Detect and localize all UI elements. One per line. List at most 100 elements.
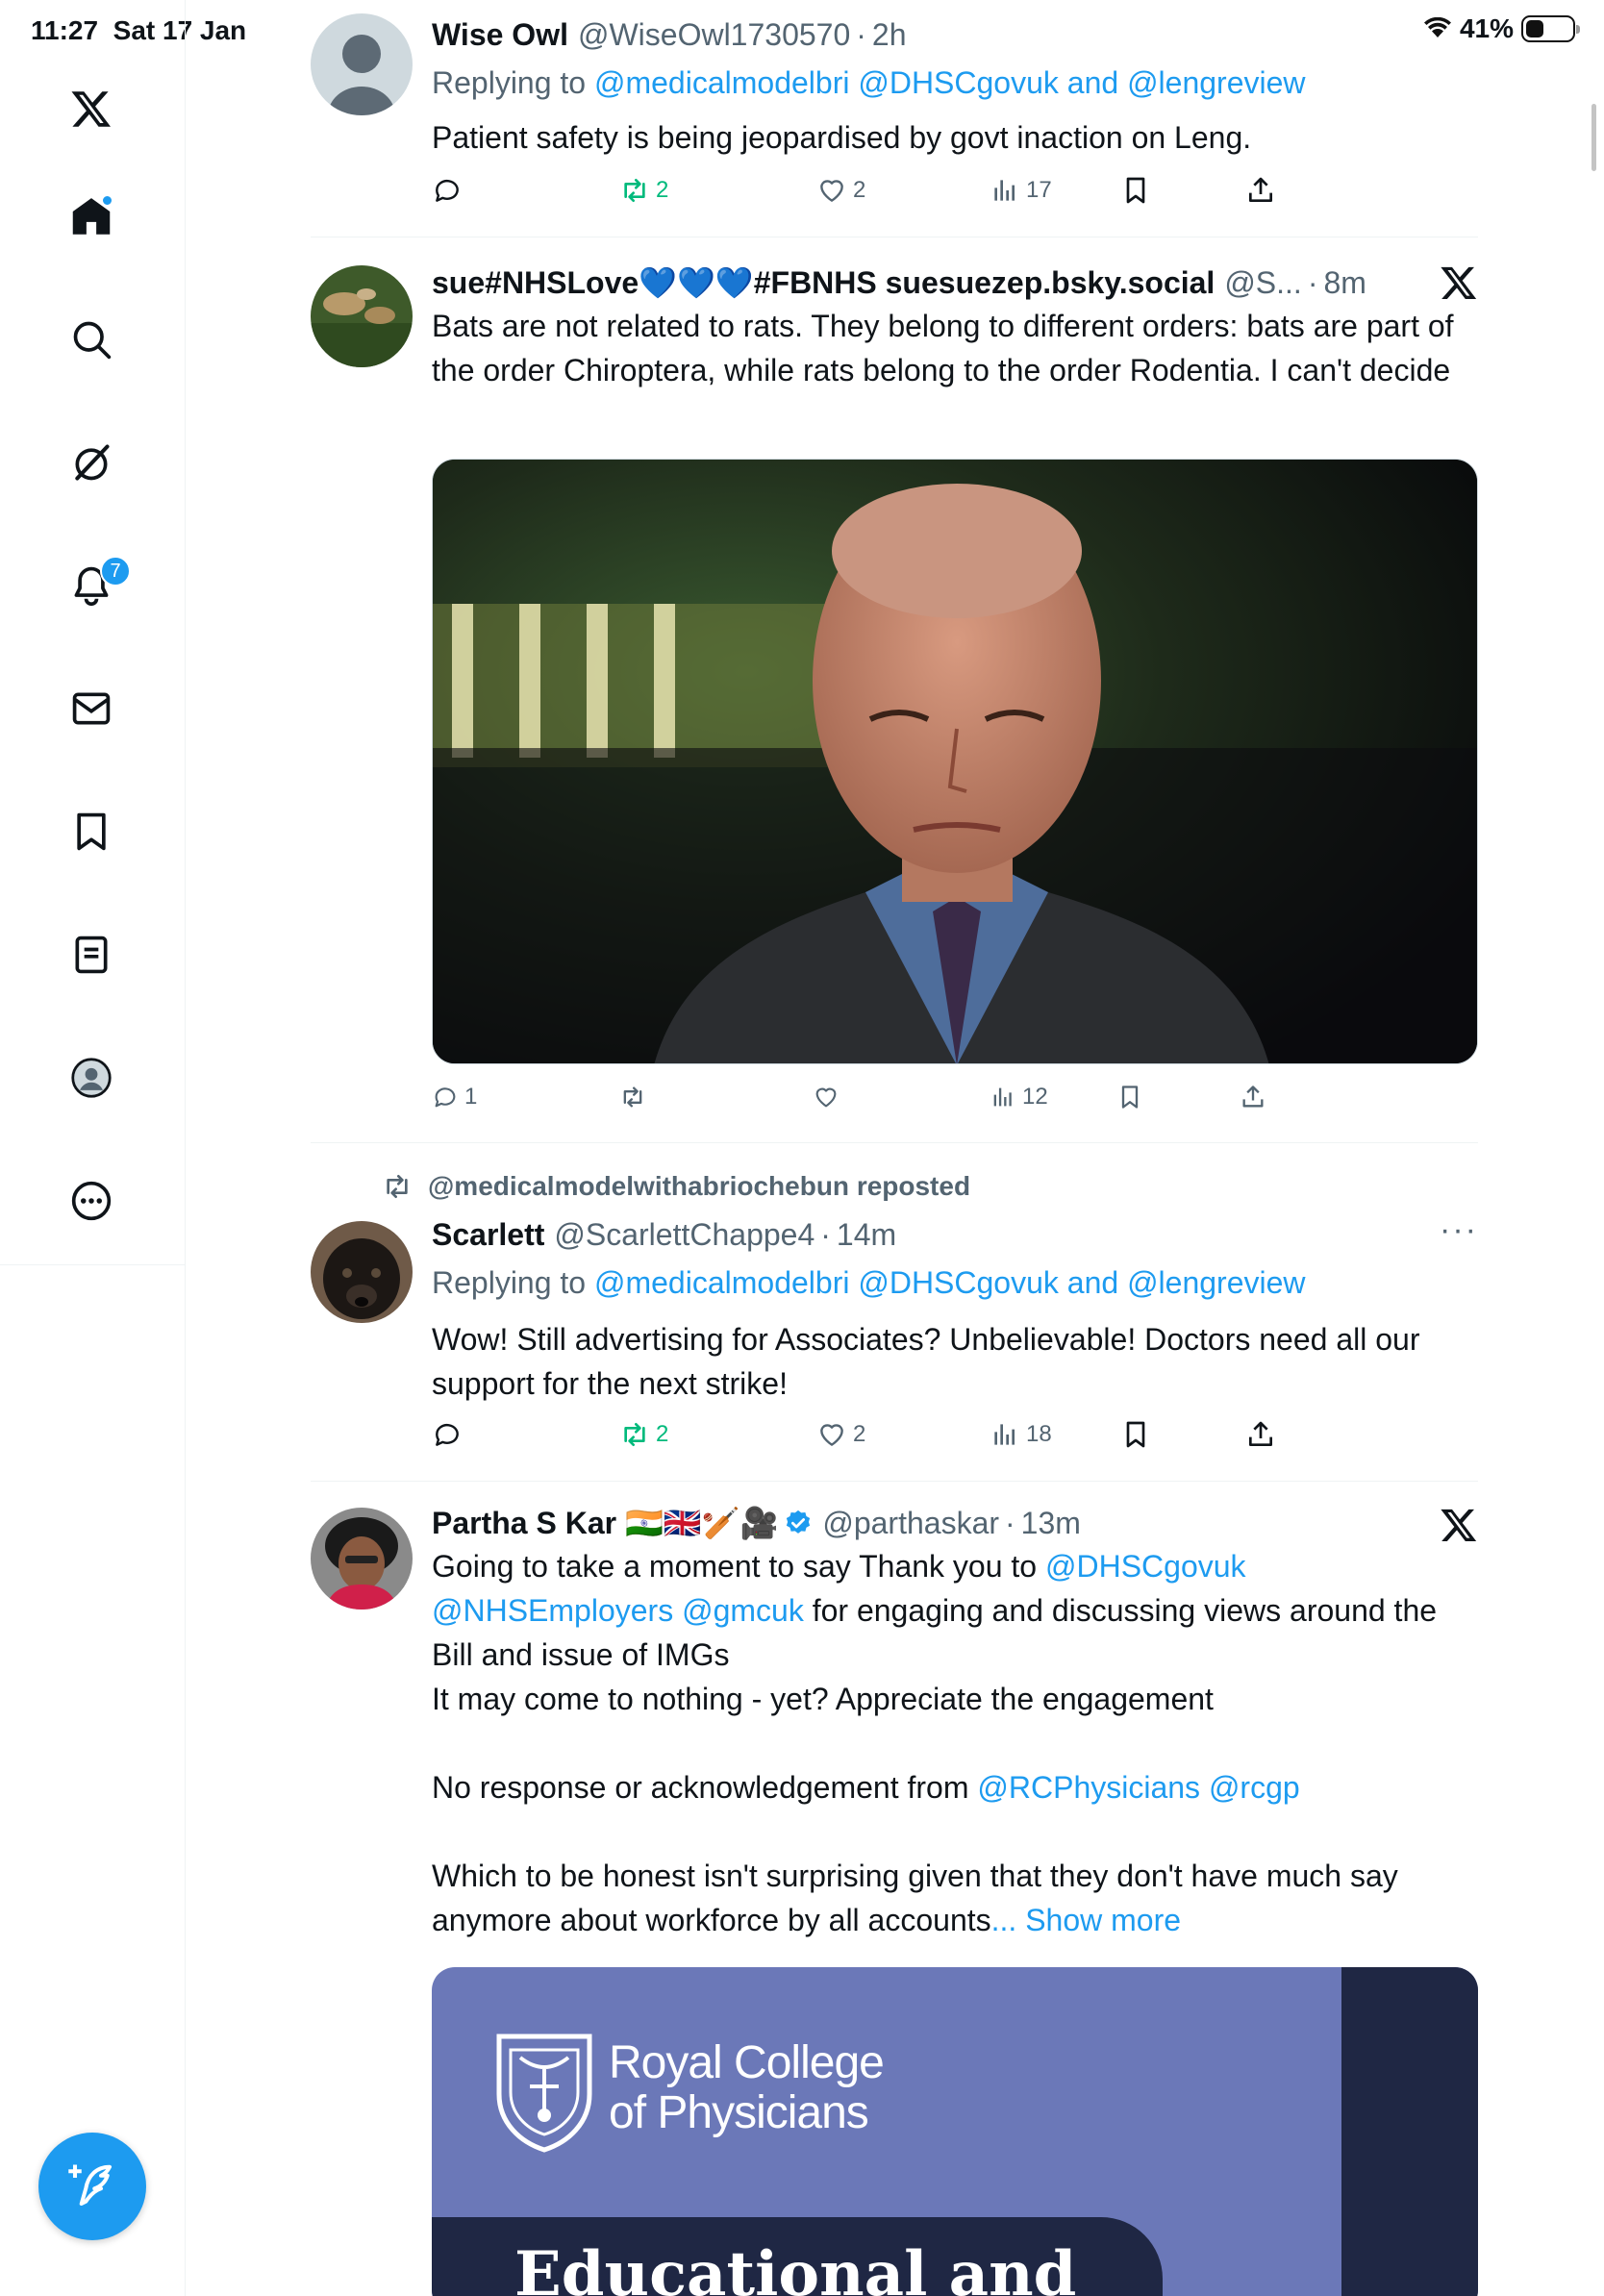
notifications-badge: 7: [100, 556, 131, 586]
verified-badge-icon: [787, 1510, 811, 1534]
reply-icon: [435, 1087, 456, 1108]
repost-icon: [623, 1086, 642, 1108]
notifications-icon[interactable]: 7: [63, 556, 131, 613]
tweet-header: Wise Owl @WiseOwl1730570 · 2h: [432, 16, 907, 53]
tweet[interactable]: sue#NHSLove💙💙💙#FBNHS suesuezep.bsky.soci…: [311, 262, 1478, 1136]
bookmarks-icon[interactable]: [63, 804, 119, 860]
replying-to: Replying to @medicalmodelbri @DHSCgovuk …: [432, 65, 1306, 100]
repost-icon: [387, 1175, 408, 1198]
share-button[interactable]: [1245, 175, 1276, 206]
home-notification-dot: [101, 194, 113, 207]
sidebar: 7: [0, 0, 186, 2296]
mention-link[interactable]: @NHSEmployers @gmcuk: [432, 1593, 804, 1628]
x-logo-icon: [1441, 266, 1477, 299]
views-button[interactable]: 18: [990, 1419, 1052, 1450]
tweet[interactable]: Partha S Kar 🇮🇳🇬🇧🏏🎥 @parthaskar · 13m Go…: [311, 1502, 1478, 2296]
show-more-link[interactable]: ... Show more: [991, 1903, 1181, 1937]
tweet-time[interactable]: 14m: [837, 1217, 896, 1253]
compose-icon: [68, 2164, 113, 2207]
views-button[interactable]: 17: [990, 175, 1052, 206]
tweet-paragraph: No response or acknowledgement from @RCP…: [432, 1770, 1300, 1805]
tweet-image-card[interactable]: Royal College of Physicians Educational …: [432, 1967, 1478, 2296]
lists-icon[interactable]: [63, 927, 119, 983]
battery-icon: [1521, 15, 1580, 42]
x-logo-icon[interactable]: [63, 81, 119, 137]
like-button[interactable]: [813, 1084, 845, 1111]
more-icon[interactable]: [63, 1173, 119, 1229]
avatar[interactable]: [311, 1221, 413, 1323]
tweet[interactable]: Wise Owl @WiseOwl1730570 · 2h Replying t…: [311, 13, 1478, 235]
card-logo-text: Royal College of Physicians: [609, 2037, 885, 2138]
reply-mentions[interactable]: @medicalmodelbri @DHSCgovuk and @lengrev…: [594, 65, 1306, 100]
repost-button[interactable]: [619, 1084, 652, 1111]
tweet-header: Scarlett @ScarlettChappe4 · 14m: [432, 1216, 897, 1253]
grok-icon[interactable]: [63, 435, 119, 490]
avatar[interactable]: [311, 265, 413, 367]
search-icon[interactable]: [63, 312, 119, 367]
tweet-header: sue#NHSLove💙💙💙#FBNHS suesuezep.bsky.soci…: [432, 264, 1366, 301]
author-name[interactable]: Wise Owl: [432, 17, 568, 53]
tweet-time[interactable]: 13m: [1021, 1506, 1081, 1541]
reply-icon: [436, 1423, 459, 1446]
tweet-text: Patient safety is being jeopardised by g…: [432, 120, 1252, 155]
tweet-text: Going to take a moment to say Thank you …: [432, 1544, 1478, 1942]
repost-button[interactable]: 2: [619, 1419, 668, 1450]
share-icon: [1249, 1421, 1272, 1446]
tweet-image[interactable]: [432, 459, 1478, 1064]
avatar[interactable]: [311, 13, 413, 115]
profile-icon[interactable]: [63, 1050, 119, 1106]
like-button[interactable]: 2: [816, 175, 865, 206]
views-icon: [994, 1424, 1015, 1445]
bookmark-icon: [1126, 1421, 1145, 1448]
bookmark-button[interactable]: [1120, 1419, 1151, 1450]
author-handle[interactable]: @WiseOwl1730570: [578, 17, 850, 53]
reply-icon: [436, 179, 459, 202]
compose-button[interactable]: [38, 2133, 146, 2240]
reply-button[interactable]: [432, 1419, 468, 1450]
home-icon[interactable]: [63, 188, 119, 244]
mention-link[interactable]: @RCPhysicians @rcgp: [977, 1770, 1299, 1805]
tweet[interactable]: @medicalmodelwithabriochebun reposted Sc…: [311, 1167, 1478, 1475]
author-handle[interactable]: @ScarlettChappe4: [554, 1217, 815, 1253]
tweet-paragraph: It may come to nothing - yet? Appreciate…: [432, 1682, 1214, 1716]
tweet-text: Bats are not related to rats. They belon…: [432, 309, 1454, 387]
repost-button[interactable]: 2: [619, 175, 668, 206]
tweet-paragraph: Which to be honest isn't surprising give…: [432, 1859, 1398, 1937]
share-icon: [1242, 1086, 1264, 1108]
tweet-time[interactable]: 2h: [872, 17, 907, 53]
repost-icon: [624, 1423, 645, 1446]
card-side-panel: [1341, 1967, 1478, 2296]
views-button[interactable]: 12: [990, 1084, 1048, 1111]
tweet-actions: 2 2 17: [432, 175, 1355, 221]
reply-button[interactable]: 1: [432, 1084, 477, 1111]
share-button[interactable]: [1240, 1084, 1266, 1111]
share-icon: [1249, 177, 1272, 202]
avatar[interactable]: [311, 1508, 413, 1610]
replying-to: Replying to @medicalmodelbri @DHSCgovuk …: [432, 1265, 1306, 1300]
repost-context[interactable]: @medicalmodelwithabriochebun reposted: [382, 1171, 970, 1202]
views-icon: [994, 180, 1015, 201]
author-handle[interactable]: @parthaskar: [822, 1506, 999, 1541]
author-name[interactable]: Scarlett: [432, 1217, 544, 1253]
author-handle[interactable]: @S...: [1224, 265, 1302, 301]
scrollbar[interactable]: [1591, 104, 1596, 171]
bookmark-icon: [1126, 177, 1145, 204]
card-headline: Educational and: [514, 2238, 1077, 2296]
card-headline-banner: Educational and: [432, 2217, 1163, 2296]
tweet-divider: [311, 1481, 1478, 1482]
photo-man-in-suit: [433, 460, 1477, 1063]
like-button[interactable]: 2: [816, 1419, 865, 1450]
messages-icon[interactable]: [63, 681, 119, 736]
author-name[interactable]: sue#NHSLove💙💙💙#FBNHS suesuezep.bsky.soci…: [432, 264, 1215, 301]
author-name[interactable]: Partha S Kar 🇮🇳🇬🇧🏏🎥: [432, 1505, 778, 1541]
reply-mentions[interactable]: @medicalmodelbri @DHSCgovuk and @lengrev…: [594, 1265, 1306, 1300]
mention-link[interactable]: @DHSCgovuk: [1045, 1549, 1246, 1584]
more-options-button[interactable]: ···: [1440, 1211, 1478, 1249]
share-button[interactable]: [1245, 1419, 1276, 1450]
reply-button[interactable]: [432, 175, 468, 206]
tweet-time[interactable]: 8m: [1323, 265, 1366, 301]
bookmark-button[interactable]: [1120, 175, 1151, 206]
sidebar-divider: [0, 1264, 186, 1265]
bookmark-button[interactable]: [1116, 1084, 1143, 1111]
tweet-text: Wow! Still advertising for Associates? U…: [432, 1322, 1420, 1401]
